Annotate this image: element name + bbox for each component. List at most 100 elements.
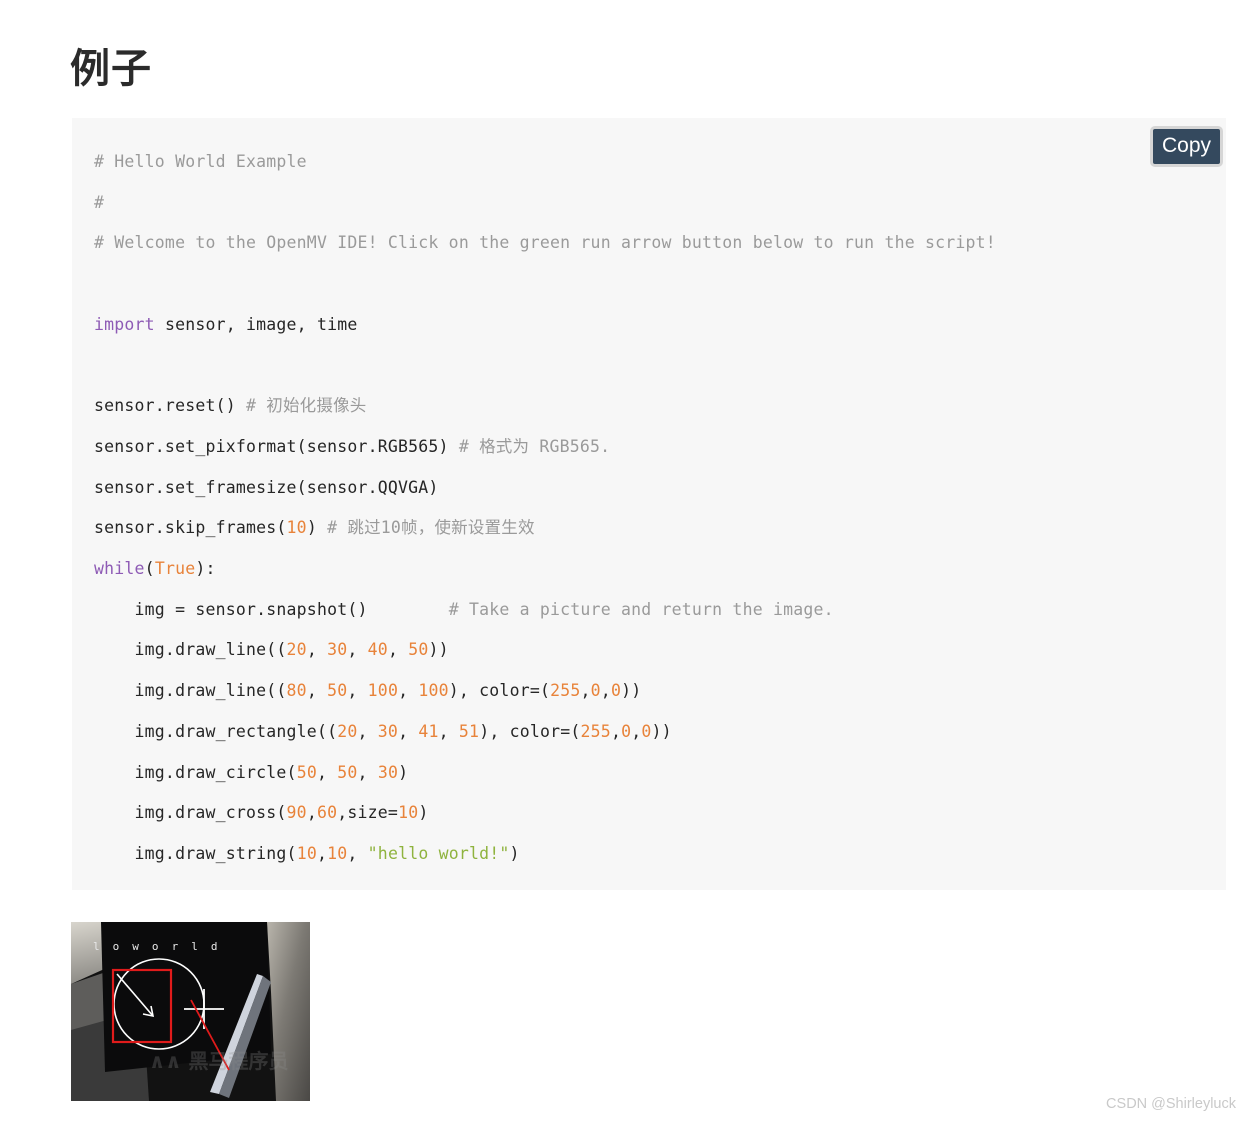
- code-token-plain: ,: [306, 803, 317, 823]
- code-token-num: 50: [337, 762, 358, 782]
- code-token-num: 51: [458, 721, 480, 741]
- code-token-num: 10: [296, 843, 317, 863]
- code-token-plain: )): [651, 721, 672, 741]
- code-token-plain: ,: [347, 681, 368, 701]
- code-token-plain: ,: [357, 721, 378, 741]
- code-token-num: 100: [418, 681, 449, 701]
- code-token-num: 50: [408, 640, 429, 660]
- code-token-num: 255: [580, 721, 611, 741]
- code-token-plain: img.draw_circle(: [94, 762, 297, 782]
- code-token-plain: ,: [316, 843, 328, 863]
- code-token-com: # Take a picture and return the image.: [448, 599, 834, 619]
- copy-button[interactable]: Copy: [1150, 126, 1224, 167]
- code-token-plain: ,: [438, 721, 459, 741]
- code-line: img.draw_line((20, 30, 40, 50)): [94, 640, 449, 659]
- code-token-plain: ,: [347, 640, 368, 660]
- code-token-com: # Welcome to the OpenMV IDE! Click on th…: [94, 233, 996, 253]
- code-token-num: 0: [610, 681, 622, 701]
- code-token-plain: ), color=(: [479, 721, 581, 741]
- code-token-plain: ), color=(: [448, 681, 551, 701]
- code-token-plain: ): [398, 762, 409, 782]
- code-line: img.draw_line((80, 50, 100, 100), color=…: [94, 681, 642, 701]
- code-token-plain: sensor.skip_frames(: [94, 518, 287, 538]
- code-token-com: #: [94, 192, 105, 212]
- code-token-plain: sensor.set_framesize(sensor.QQVGA): [94, 477, 439, 497]
- code-line: sensor.set_framesize(sensor.QQVGA): [94, 478, 439, 497]
- code-token-num: 10: [398, 803, 419, 823]
- code-token-plain: ,: [610, 721, 622, 741]
- code-token-num: 50: [296, 762, 317, 782]
- code-token-plain: img.draw_rectangle((: [94, 721, 338, 741]
- code-token-plain: ,: [631, 721, 642, 741]
- code-token-plain: )): [621, 681, 642, 701]
- code-token-plain: ):: [195, 559, 216, 579]
- code-token-num: 100: [367, 681, 399, 701]
- code-token-num: 255: [550, 681, 581, 701]
- code-token-com: # 格式为 RGB565.: [458, 436, 611, 456]
- code-line: # Hello World Example: [94, 152, 307, 171]
- code-token-plain: img.draw_line((: [94, 640, 287, 660]
- code-token-plain: ,: [306, 681, 328, 701]
- code-token-kw: while: [94, 559, 145, 579]
- code-token-plain: ,: [580, 681, 591, 701]
- code-token-num: 90: [286, 803, 307, 823]
- code-line: #: [94, 193, 104, 212]
- code-token-plain: ,: [347, 843, 368, 863]
- code-token-plain: sensor.reset(): [94, 396, 247, 416]
- code-token-com: # 跳过10帧，使新设置生效: [327, 518, 535, 538]
- code-token-num: 30: [377, 721, 399, 741]
- overlay-hello-world: l o w o r l d: [93, 940, 221, 953]
- code-token-num: 60: [316, 803, 338, 823]
- page-title: 例子: [70, 46, 152, 91]
- code-token-plain: ,: [398, 721, 419, 741]
- code-line: import sensor, image, time: [94, 315, 358, 334]
- code-token-num: 30: [377, 762, 399, 782]
- code-token-num: 30: [327, 640, 348, 660]
- code-line: sensor.set_pixformat(sensor.RGB565) # 格式…: [94, 437, 610, 456]
- code-token-num: 41: [418, 721, 439, 741]
- csdn-watermark: CSDN @Shirleyluck: [1106, 1096, 1236, 1112]
- code-token-plain: ,: [398, 681, 419, 701]
- code-token-plain: img = sensor.snapshot(): [94, 599, 449, 619]
- code-line: while(True):: [94, 559, 216, 578]
- code-line: sensor.reset() # 初始化摄像头: [94, 396, 366, 415]
- code-token-num: 80: [286, 681, 307, 701]
- code-token-plain: ): [306, 518, 328, 538]
- code-token-plain: ,: [387, 640, 409, 660]
- code-token-num: 0: [641, 721, 652, 741]
- code-line: img.draw_string(10,10, "hello world!"): [94, 844, 520, 863]
- code-token-com: # Hello World Example: [94, 152, 307, 171]
- result-image[interactable]: l o w o r l d ∧∧ 黑马程序员: [71, 922, 310, 1101]
- code-line: img.draw_cross(90,60,size=10): [94, 803, 429, 823]
- code-token-plain: (: [144, 559, 155, 579]
- code-token-plain: ): [418, 803, 429, 823]
- code-token-plain: ,: [600, 681, 611, 701]
- camera-frame-svg: l o w o r l d ∧∧ 黑马程序员: [71, 922, 310, 1101]
- code-token-plain: img.draw_cross(: [94, 803, 287, 823]
- code-token-num: 10: [327, 843, 348, 863]
- code-block: # Hello World Example # # Welcome to the…: [72, 118, 1226, 890]
- code-token-plain: ,: [316, 762, 338, 782]
- code-token-num: 20: [337, 721, 358, 741]
- code-line: # Welcome to the OpenMV IDE! Click on th…: [94, 233, 996, 252]
- code-line: img.draw_rectangle((20, 30, 41, 51), col…: [94, 722, 672, 741]
- photo-inner-watermark: ∧∧ 黑马程序员: [149, 1049, 288, 1073]
- code-token-num: 40: [367, 640, 388, 660]
- code-token-num: 10: [286, 518, 307, 538]
- code-token-num: 50: [327, 681, 348, 701]
- code-token-plain: sensor, image, time: [154, 314, 358, 334]
- code-token-num: 0: [590, 681, 601, 701]
- code-token-plain: )): [428, 640, 449, 660]
- code-token-str: "hello world!": [367, 843, 510, 863]
- code-token-plain: ,: [306, 640, 328, 660]
- code-token-num: True: [154, 559, 196, 579]
- code-token-plain: sensor.set_pixformat(sensor.RGB565): [94, 436, 459, 456]
- code-content[interactable]: # Hello World Example # # Welcome to the…: [94, 142, 1204, 875]
- code-line: img = sensor.snapshot() # Take a picture…: [94, 600, 834, 619]
- code-line: img.draw_circle(50, 50, 30): [94, 762, 409, 782]
- svg-text:∧∧ 黑马程序员: ∧∧ 黑马程序员: [149, 1049, 288, 1073]
- code-token-plain: ,size=: [337, 803, 399, 823]
- code-token-plain: img.draw_line((: [94, 681, 287, 701]
- code-token-com: # 初始化摄像头: [246, 396, 367, 416]
- code-token-plain: ): [509, 843, 520, 863]
